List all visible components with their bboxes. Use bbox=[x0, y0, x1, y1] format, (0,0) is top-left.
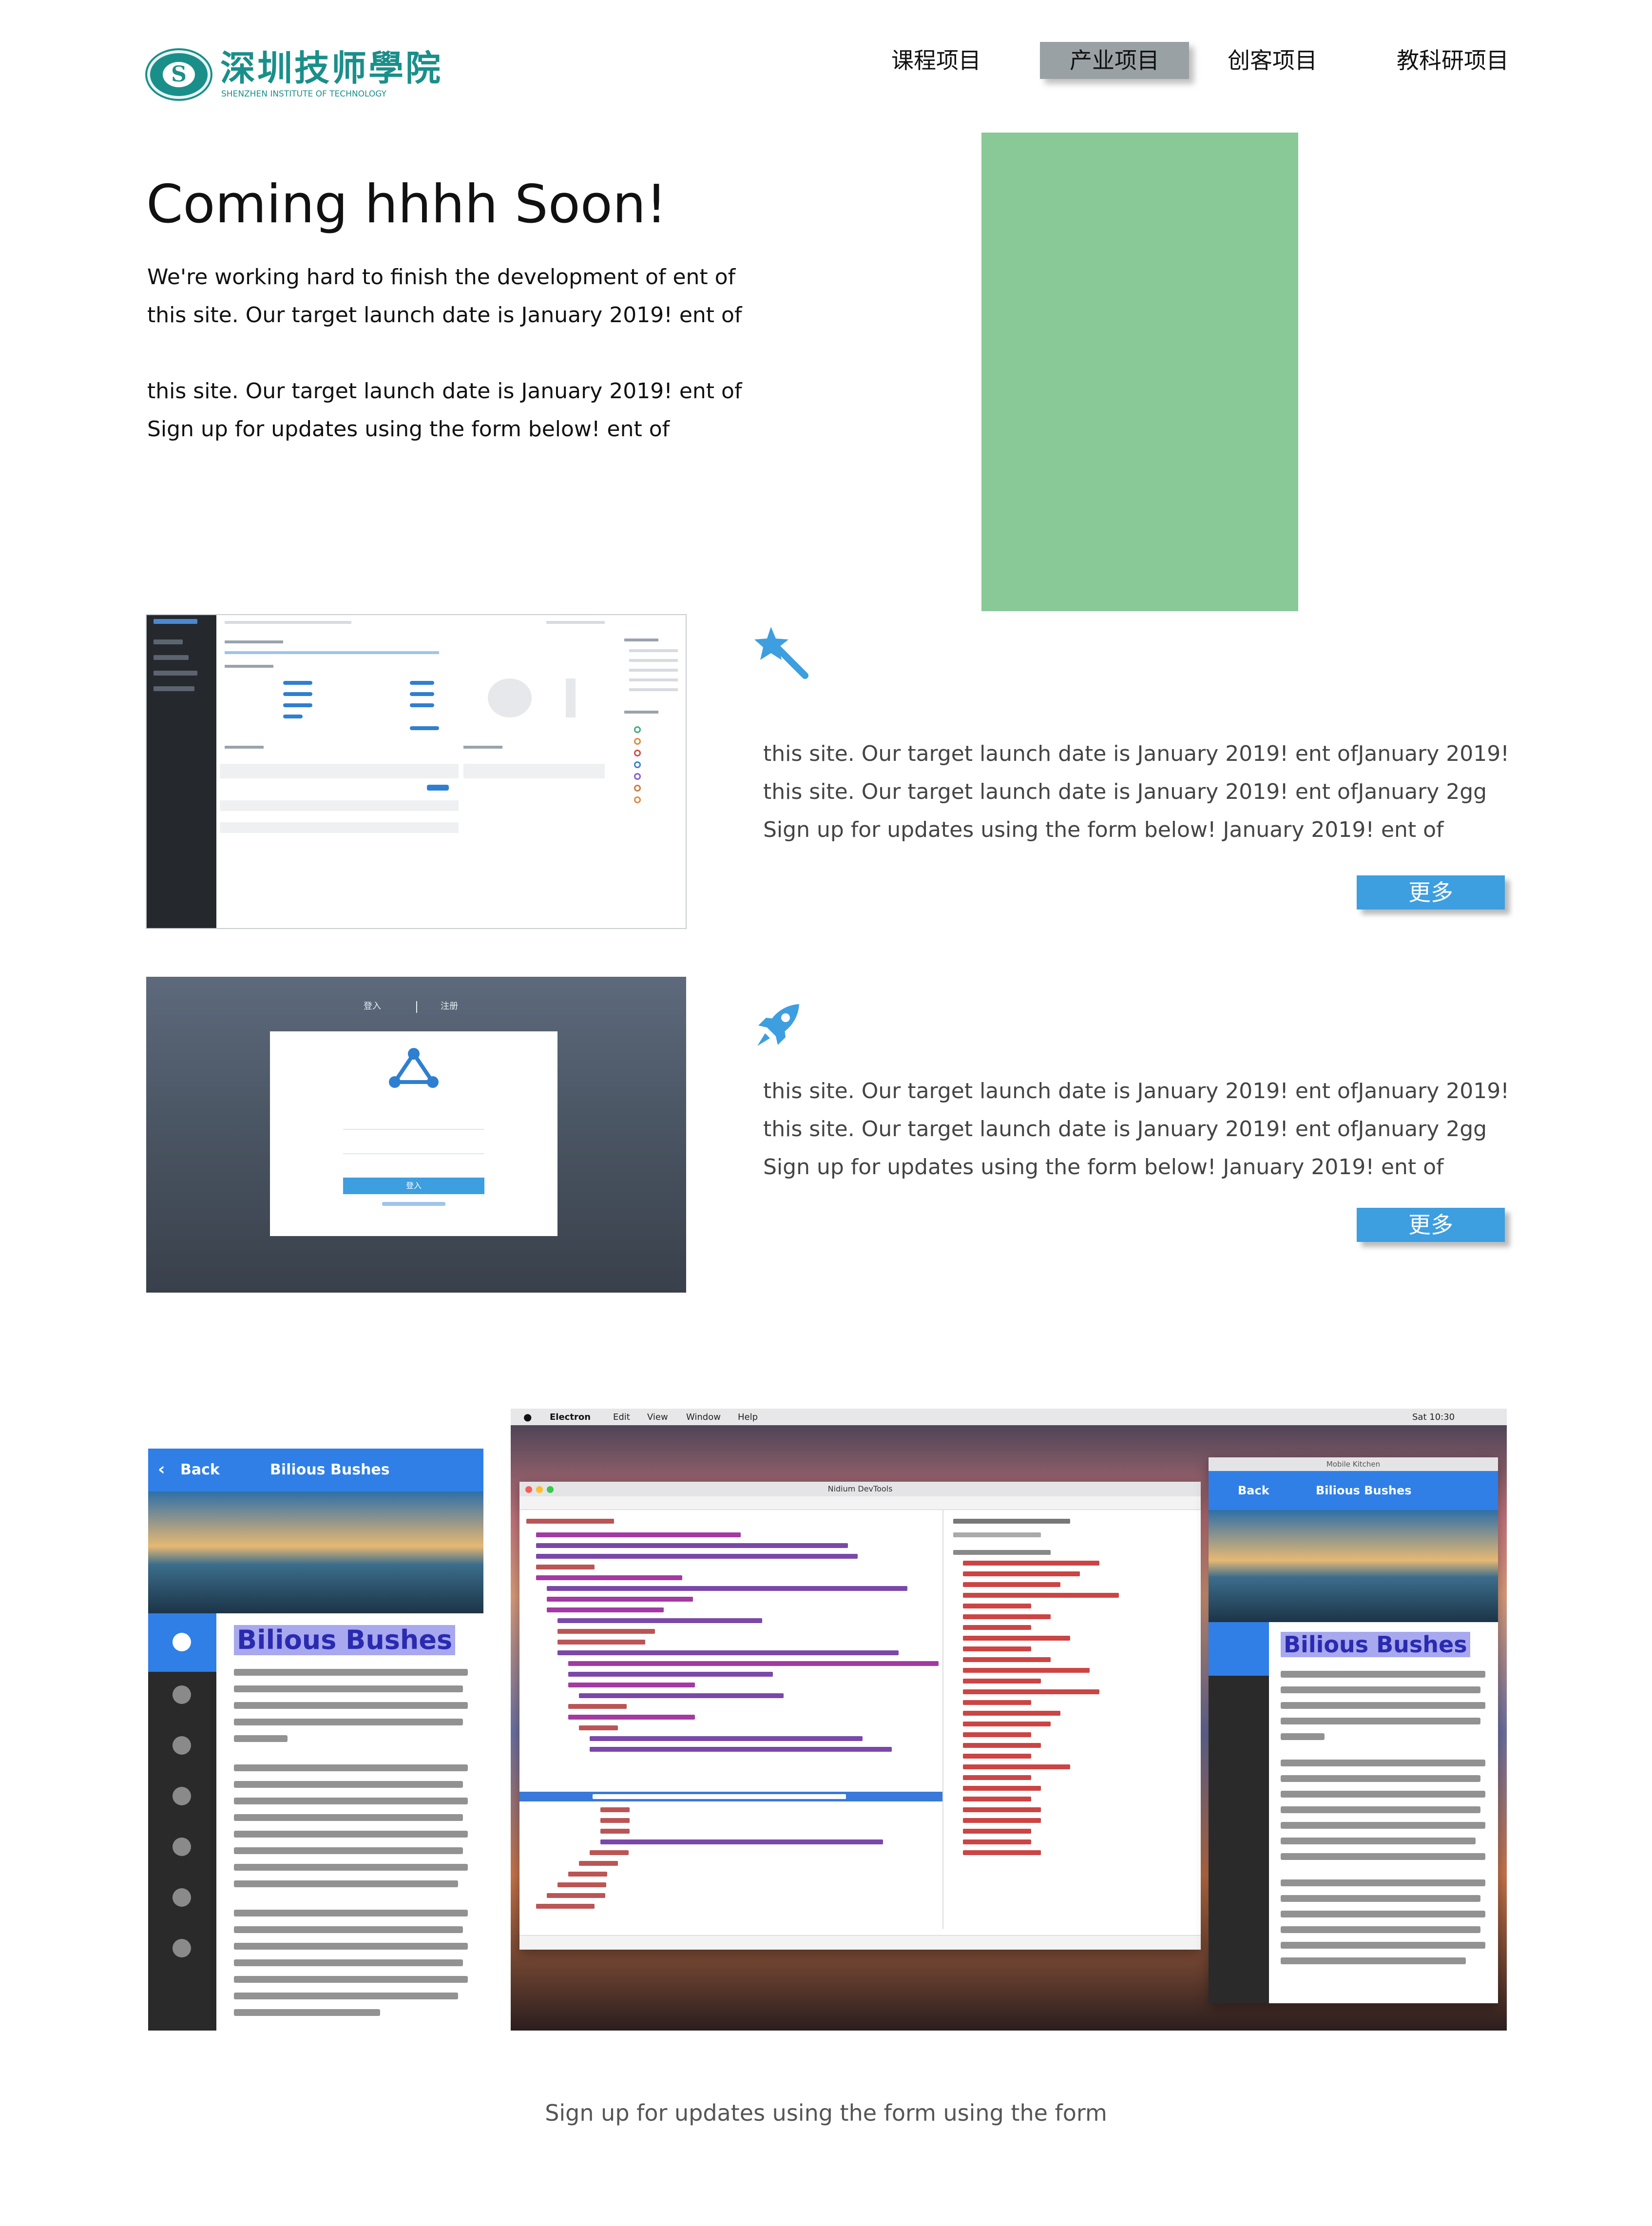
apple-icon: ● bbox=[523, 1411, 532, 1423]
menubar-clock: Sat 10:30 bbox=[1412, 1412, 1455, 1422]
chat-icon bbox=[173, 1736, 191, 1755]
feature-2-line-3: Sign up for updates using the form below… bbox=[763, 1155, 1444, 1180]
login-page-screenshot: 登入 注册 登入 bbox=[146, 977, 686, 1293]
feature-1-line-1: this site. Our target launch date is Jan… bbox=[763, 741, 1509, 766]
menubar-view: View bbox=[647, 1412, 668, 1422]
feature-2-line-2: this site. Our target launch date is Jan… bbox=[763, 1117, 1487, 1142]
mock-sidebar bbox=[147, 615, 216, 928]
mini-header-title: Bilious Bushes bbox=[1316, 1484, 1412, 1497]
login-card: 登入 bbox=[270, 1031, 557, 1236]
phone-header-title: Bilious Bushes bbox=[270, 1461, 390, 1478]
mini-app-window: Mobile Kitchen Back Bilious Bushes Bilio… bbox=[1209, 1457, 1498, 2003]
seal-letter: S bbox=[163, 62, 195, 87]
hero-text-line-4: Sign up for updates using the form below… bbox=[147, 417, 670, 442]
school-seal-icon: S bbox=[147, 50, 211, 99]
desktop-menubar: ● Electron Edit View Window Help Sat 10:… bbox=[511, 1409, 1507, 1425]
desktop-devtools-screenshot: ● Electron Edit View Window Help Sat 10:… bbox=[511, 1409, 1507, 2031]
menubar-app: Electron bbox=[550, 1412, 591, 1422]
feature-2-more-button[interactable]: 更多 bbox=[1357, 1208, 1505, 1242]
phone-header-bar: ‹ Back Bilious Bushes bbox=[148, 1449, 483, 1491]
phone-back-chevron-icon: ‹ bbox=[158, 1459, 165, 1479]
heart-icon bbox=[173, 1838, 191, 1856]
devtools-window: Nidium DevTools bbox=[519, 1482, 1201, 1950]
nav-item-industry-projects[interactable]: 产业项目 bbox=[1040, 42, 1189, 79]
clock-icon bbox=[173, 1685, 191, 1704]
nav-item-maker-projects[interactable]: 创客项目 bbox=[1219, 42, 1325, 79]
mock-login-button-label: 登入 bbox=[405, 1181, 422, 1190]
hero-title: Coming hhhh Soon! bbox=[146, 174, 667, 235]
hero-text-line-3: this site. Our target launch date is Jan… bbox=[147, 379, 742, 404]
footer-text: Sign up for updates using the form using… bbox=[545, 2100, 1107, 2126]
phone-side-rail bbox=[148, 1613, 216, 2031]
mock-tab-login: 登入 bbox=[364, 1001, 381, 1011]
feature-2-line-1: this site. Our target launch date is Jan… bbox=[763, 1079, 1509, 1103]
mock-username-field bbox=[343, 1114, 484, 1130]
home-icon bbox=[173, 1633, 191, 1651]
school-logo[interactable]: S 深圳技师學院 SHENZHEN INSTITUTE OF TECHNOLOG… bbox=[147, 46, 441, 105]
menubar-edit: Edit bbox=[613, 1412, 630, 1422]
menubar-help: Help bbox=[738, 1412, 758, 1422]
phone-content-title: Bilious Bushes bbox=[234, 1625, 456, 1655]
magic-wand-icon bbox=[754, 627, 808, 679]
feature-1-more-button[interactable]: 更多 bbox=[1357, 875, 1505, 910]
phone-city-image bbox=[148, 1491, 483, 1613]
menubar-window: Window bbox=[686, 1412, 721, 1422]
hero-text-line-1: We're working hard to finish the develop… bbox=[147, 265, 736, 290]
settings-icon bbox=[173, 1888, 191, 1907]
mock-password-field bbox=[343, 1139, 484, 1154]
logo-english-name: SHENZHEN INSTITUTE OF TECHNOLOGY bbox=[221, 89, 386, 99]
mini-content-title: Bilious Bushes bbox=[1281, 1632, 1470, 1657]
hero-text-line-2: this site. Our target launch date is Jan… bbox=[147, 303, 742, 328]
feature-1-line-2: this site. Our target launch date is Jan… bbox=[763, 779, 1487, 804]
rocket-icon bbox=[757, 1004, 799, 1046]
mini-back-label: Back bbox=[1238, 1484, 1269, 1497]
bus-icon bbox=[173, 1787, 191, 1805]
mock-login-button: 登入 bbox=[343, 1178, 484, 1194]
mobile-app-screenshot: ‹ Back Bilious Bushes Bilious Bushes bbox=[148, 1449, 483, 2031]
robot-control-screenshot bbox=[146, 614, 687, 929]
nav-item-course-projects[interactable]: 课程项目 bbox=[883, 42, 989, 79]
devtools-title: Nidium DevTools bbox=[827, 1484, 893, 1493]
mini-window-title: Mobile Kitchen bbox=[1326, 1460, 1381, 1469]
phone-back-label: Back bbox=[180, 1461, 220, 1478]
nav-item-research-projects[interactable]: 教科研项目 bbox=[1387, 42, 1518, 79]
mock-tab-register: 注册 bbox=[441, 1001, 458, 1011]
feature-1-line-3: Sign up for updates using the form below… bbox=[763, 817, 1444, 842]
hero-image-placeholder bbox=[981, 133, 1298, 611]
logo-chinese-name: 深圳技师學院 bbox=[220, 47, 443, 89]
close-icon bbox=[173, 1939, 191, 1957]
app-logo-icon bbox=[389, 1048, 439, 1088]
